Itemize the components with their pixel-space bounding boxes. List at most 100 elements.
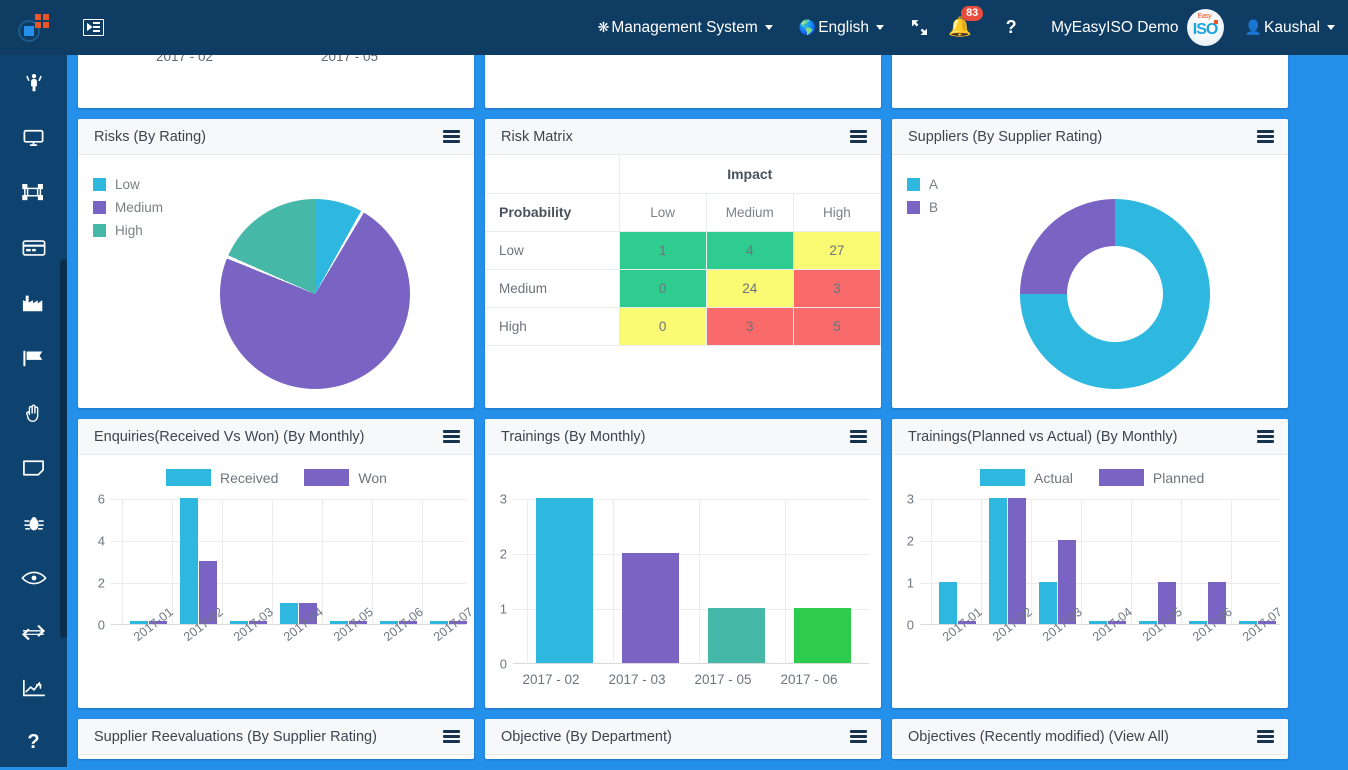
matrix-cell[interactable]: 27	[792, 230, 881, 270]
risks-pie-chart[interactable]	[220, 199, 410, 389]
partial-xlabel-2: 2017 - 05	[321, 55, 379, 64]
probability-header: Probability	[485, 192, 620, 232]
y-tick-label: 4	[97, 533, 105, 549]
top-navbar: ❋ Management System 🌎 English 🔔 83 ? MyE…	[0, 0, 1348, 55]
matrix-cell[interactable]: 0	[618, 268, 707, 308]
chart-menu-icon[interactable]	[443, 430, 460, 443]
legend-item[interactable]: High	[93, 223, 163, 238]
dashboard-main: 2017 - 02 2017 - 05 Risks (By Rating) Lo…	[67, 55, 1348, 767]
card-header: Enquiries(Received Vs Won) (By Monthly)	[78, 419, 474, 455]
y-tick-label: 0	[906, 617, 914, 633]
chart-menu-icon[interactable]	[1257, 430, 1274, 443]
legend-item[interactable]: Planned	[1098, 469, 1205, 486]
card-header: Risks (By Rating)	[78, 119, 474, 155]
chevron-down-icon	[764, 25, 773, 30]
legend-item[interactable]: Medium	[93, 200, 163, 215]
card-supplier-reevaluations: Supplier Reevaluations (By Supplier Rati…	[78, 719, 474, 759]
card-objective-by-department: Objective (By Department)	[485, 719, 881, 759]
factory-icon	[22, 295, 42, 311]
app-logo[interactable]	[0, 0, 67, 55]
sidebar-item-bug[interactable]	[0, 495, 67, 550]
question-mark-icon: ?	[27, 731, 40, 753]
user-name-label: Kaushal	[1263, 18, 1320, 36]
card-title: Objective (By Department)	[501, 728, 672, 745]
sidebar-item-eye[interactable]	[0, 550, 67, 605]
sidebar-item-note[interactable]	[0, 440, 67, 495]
user-menu[interactable]: 👤 Kaushal	[1232, 0, 1348, 55]
chart-menu-icon[interactable]	[443, 730, 460, 743]
legend-swatch-high	[93, 224, 106, 237]
chart-menu-icon[interactable]	[850, 730, 867, 743]
matrix-cell[interactable]: 0	[618, 306, 707, 346]
matrix-cell[interactable]: 5	[792, 306, 881, 346]
legend-item[interactable]: Received	[166, 469, 278, 486]
bar-planned[interactable]	[1008, 498, 1026, 624]
matrix-cell[interactable]: 1	[618, 230, 707, 270]
card-header: Trainings(Planned vs Actual) (By Monthly…	[892, 419, 1288, 455]
sidebar-item-exchange[interactable]	[0, 605, 67, 660]
x-tick-label: 2017 - 02	[522, 672, 580, 687]
sidebar-item-process[interactable]	[0, 165, 67, 220]
chart-menu-icon[interactable]	[850, 430, 867, 443]
sidebar-scrollbar[interactable]	[60, 259, 67, 638]
card-title: Suppliers (By Supplier Rating)	[908, 128, 1103, 145]
legend-item[interactable]: A	[907, 177, 938, 192]
chart-menu-icon[interactable]	[443, 130, 460, 143]
sidebar-item-monitor[interactable]	[0, 110, 67, 165]
legend-item[interactable]: Low	[93, 177, 163, 192]
bar-actual[interactable]	[989, 498, 1007, 624]
trainings-pva-bar-chart[interactable]: Actual Planned 3 2 1 0 2017-01 2017-02 2…	[892, 455, 1288, 708]
bar-training[interactable]	[536, 498, 593, 663]
bar-training[interactable]	[622, 553, 679, 663]
bar-actual[interactable]	[939, 582, 957, 624]
card-title: Supplier Reevaluations (By Supplier Rati…	[94, 728, 377, 745]
legend-label: Planned	[1152, 469, 1205, 486]
bar-training[interactable]	[708, 608, 765, 663]
matrix-cell[interactable]: 3	[792, 268, 881, 308]
monitor-icon	[23, 129, 44, 147]
card-header: Objectives (Recently modified) (View All…	[892, 719, 1288, 755]
sidebar-item-help[interactable]: ?	[0, 715, 67, 770]
card-header: Risk Matrix	[485, 119, 881, 155]
legend-item[interactable]: Won	[304, 469, 387, 486]
sidebar-item-people[interactable]	[0, 55, 67, 110]
matrix-cell[interactable]: 3	[705, 306, 794, 346]
notifications-button[interactable]: 🔔 83	[941, 0, 985, 55]
bar-actual[interactable]	[1039, 582, 1057, 624]
dashboard-row-1: Risks (By Rating) Low Medium High Risk M…	[67, 119, 1348, 408]
suppliers-donut-chart[interactable]	[1020, 199, 1210, 389]
sidebar-item-flag[interactable]	[0, 330, 67, 385]
chart-menu-icon[interactable]	[1257, 730, 1274, 743]
sidebar-toggle-icon[interactable]	[67, 0, 119, 55]
card-trainings-planned-vs-actual: Trainings(Planned vs Actual) (By Monthly…	[892, 419, 1288, 708]
trainings-bar-chart[interactable]: 3 2 1 0 2017 - 02 2017 - 03 2017 - 05 20…	[485, 455, 881, 708]
matrix-cell[interactable]: 4	[705, 230, 794, 270]
sidebar-item-card[interactable]	[0, 220, 67, 275]
card-body: Actual Planned 3 2 1 0 2017-01 2017-02 2…	[892, 455, 1288, 708]
card-title: Trainings (By Monthly)	[501, 428, 646, 445]
card-header: Suppliers (By Supplier Rating)	[892, 119, 1288, 155]
legend-label: A	[929, 177, 939, 192]
enquiries-bar-chart[interactable]: Received Won 6 4 2 0 2017-01 2017-02 201…	[78, 455, 474, 708]
legend-swatch-low	[93, 178, 106, 191]
prob-row-low: Low	[485, 230, 620, 270]
bar-received[interactable]	[180, 498, 198, 624]
matrix-cell[interactable]: 24	[705, 268, 794, 308]
help-button[interactable]: ?	[985, 0, 1037, 55]
table-row: Impact	[485, 155, 881, 194]
legend-item[interactable]: B	[907, 200, 938, 215]
sidebar-item-hand[interactable]	[0, 385, 67, 440]
bar-training[interactable]	[794, 608, 851, 663]
y-tick-label: 2	[499, 546, 507, 562]
card-header: Supplier Reevaluations (By Supplier Rati…	[78, 719, 474, 755]
sidebar-item-factory[interactable]	[0, 275, 67, 330]
management-system-menu[interactable]: ❋ Management System	[585, 0, 786, 55]
chart-legend: Received Won	[166, 469, 387, 486]
sidebar-item-reports[interactable]	[0, 660, 67, 715]
chart-menu-icon[interactable]	[1257, 130, 1274, 143]
language-menu[interactable]: 🌎 English	[786, 0, 897, 55]
chart-menu-icon[interactable]	[850, 130, 867, 143]
expand-fullscreen-button[interactable]	[897, 0, 941, 55]
legend-item[interactable]: Actual	[980, 469, 1073, 486]
trend-chart-icon	[22, 679, 45, 696]
